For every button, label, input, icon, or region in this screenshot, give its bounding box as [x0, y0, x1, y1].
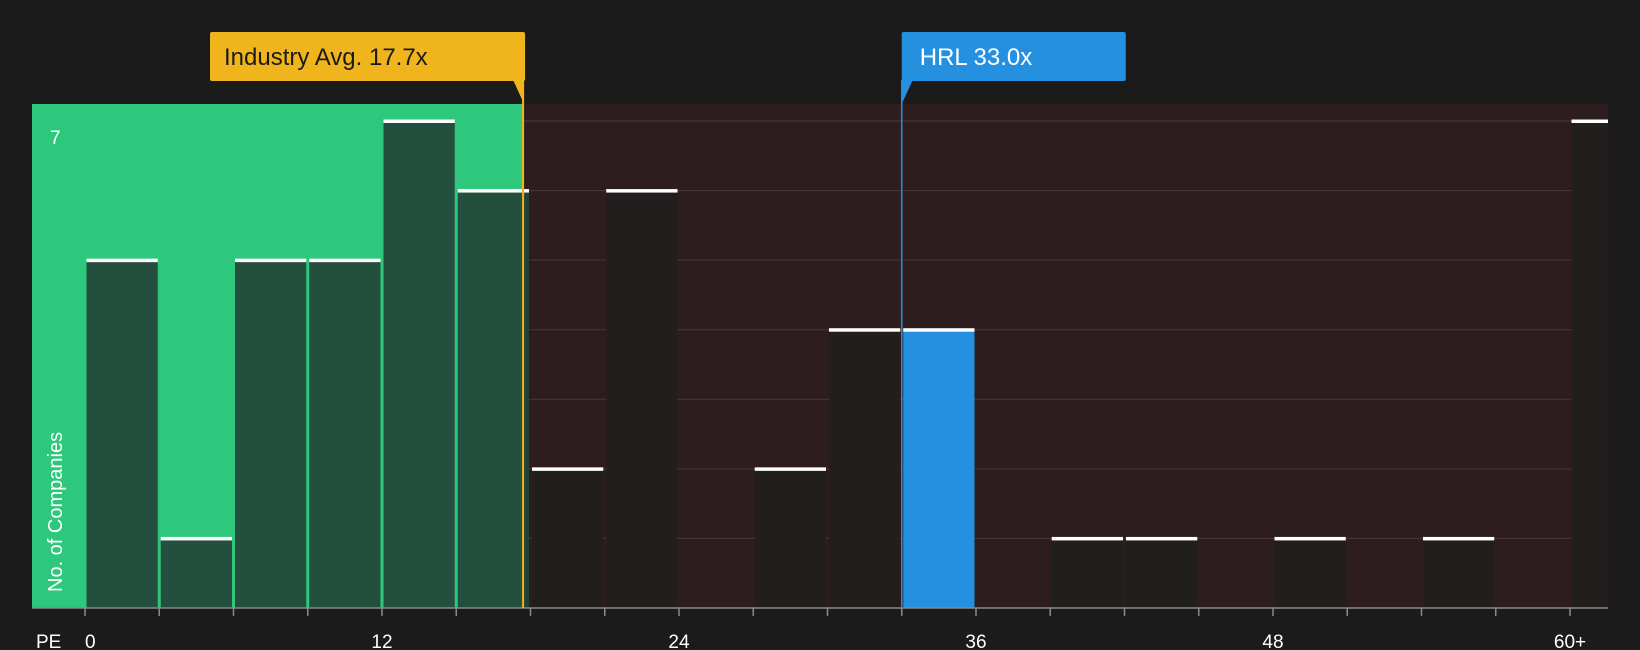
x-tick-label: 36: [965, 632, 986, 650]
bar-top-marker: [383, 119, 455, 123]
x-tick-label: 0: [85, 632, 96, 650]
histogram-bar: [235, 260, 307, 608]
histogram-bar: [606, 190, 678, 609]
bar-top-marker: [1423, 536, 1495, 541]
x-axis: 0 12 24 36 48 60+: [32, 607, 1608, 650]
histogram-bar: [532, 468, 604, 608]
histogram-bar: [903, 329, 975, 608]
company-pointer: [901, 80, 913, 104]
bar-top-marker: [309, 258, 381, 263]
bar-top-marker: [1274, 536, 1346, 541]
histogram-bar: [1423, 538, 1495, 608]
industry-average-label: Industry Avg. 17.7x: [224, 44, 428, 71]
bar-top-marker: [829, 328, 901, 332]
bar-top-marker: [903, 328, 975, 332]
bar-top-marker: [160, 536, 232, 541]
histogram-bar: [829, 329, 901, 608]
x-tick-label: 24: [668, 632, 690, 650]
x-axis-label: PE: [36, 632, 61, 650]
x-tick-label: 60+: [1554, 632, 1586, 650]
bar-top-marker: [1126, 536, 1198, 541]
overvalued-region: [523, 104, 1609, 608]
histogram-bar: [1274, 538, 1346, 608]
histogram-bar: [457, 190, 529, 609]
bar-top-marker: [532, 467, 604, 471]
y-max-label: 7: [50, 128, 61, 149]
bar-top-marker: [457, 189, 529, 193]
histogram-bar: [160, 538, 232, 608]
pe-distribution-chart: 0 12 24 36 48 60+ Industry Avg. 17.7x HRL 33.0…: [32, 32, 1609, 650]
bar-top-marker: [754, 467, 826, 471]
company-label: HRL 33.0x: [920, 44, 1033, 71]
bar-top-marker: [1571, 119, 1608, 123]
histogram-bar: [309, 260, 381, 608]
bar-top-marker: [235, 258, 307, 263]
histogram-bar: [86, 260, 158, 608]
bar-top-marker: [606, 189, 678, 193]
bar-top-marker: [86, 258, 158, 263]
histogram-bar: [383, 121, 455, 608]
histogram-bar: [754, 468, 826, 608]
bar-top-marker: [1051, 536, 1123, 541]
histogram-bar: [1126, 538, 1198, 608]
x-tick-label: 12: [371, 632, 392, 650]
y-axis-title: No. of Companies: [45, 432, 67, 592]
histogram-bar: [1571, 121, 1608, 608]
histogram-bar: [1051, 538, 1123, 608]
x-tick-label: 48: [1262, 632, 1283, 650]
